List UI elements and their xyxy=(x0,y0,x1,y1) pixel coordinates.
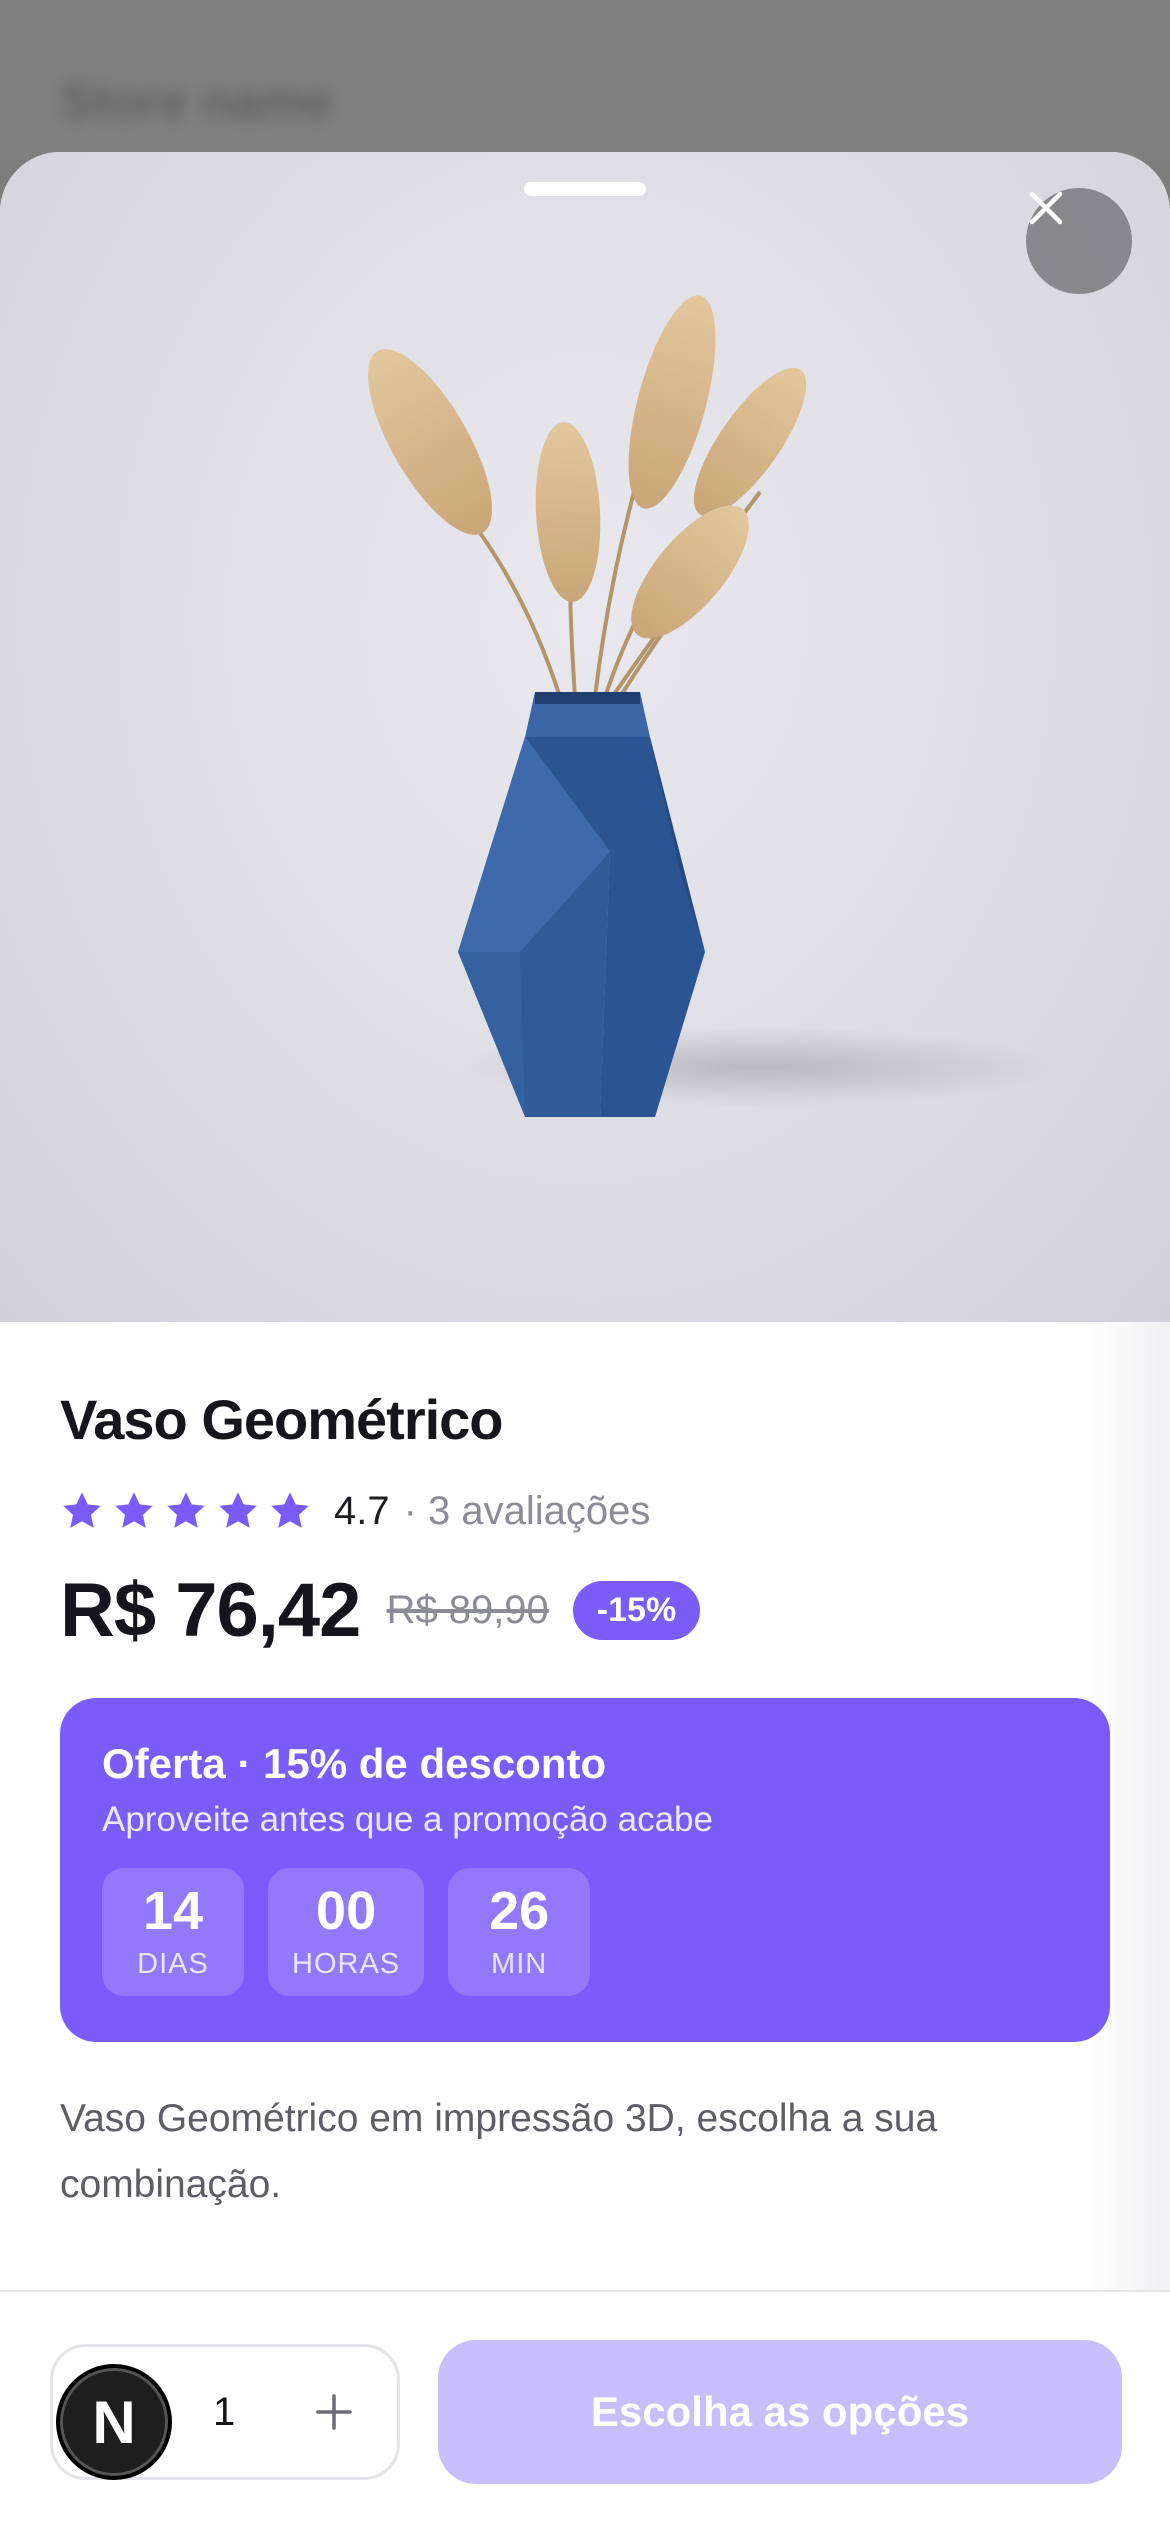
rating-stars xyxy=(60,1489,312,1533)
offer-title: Oferta · 15% de desconto xyxy=(102,1740,607,1787)
plus-icon xyxy=(316,2394,352,2430)
product-image xyxy=(0,152,1170,1322)
timer-days: 14 DIAS xyxy=(102,1868,244,1996)
vase-photo xyxy=(368,295,1060,1117)
backdrop: Store name xyxy=(0,0,1170,160)
timer-hours: 00 HORAS xyxy=(268,1868,425,1996)
timer-days-value: 14 xyxy=(142,1880,204,1941)
rating-row[interactable]: 4.7 · 3 avaliações xyxy=(60,1486,1110,1536)
star-icon xyxy=(271,1492,309,1528)
timer-minutes: 26 MIN xyxy=(448,1868,591,1996)
quantity-increase-button[interactable] xyxy=(303,2381,365,2443)
choose-options-button[interactable]: Escolha as opções xyxy=(438,2340,1122,2484)
close-button[interactable] xyxy=(1026,188,1132,294)
star-icon xyxy=(115,1492,153,1528)
close-icon xyxy=(1029,191,1063,225)
discount-badge: -15% xyxy=(572,1580,701,1640)
product-sheet: Vaso Geométrico 4.7 · 3 avaliações R$ 76… xyxy=(0,152,1170,2532)
timer-hours-value: 00 xyxy=(316,1880,377,1941)
current-price: R$ 76,42 xyxy=(60,1567,361,1653)
avatar[interactable]: N xyxy=(56,2364,172,2480)
offer-subtitle: Aproveite antes que a promoção acabe xyxy=(102,1800,713,1839)
rating-value: 4.7 xyxy=(334,1488,390,1533)
timer-days-label: DIAS xyxy=(137,1947,209,1980)
offer-card: Oferta · 15% de desconto Aproveite antes… xyxy=(60,1698,1110,2042)
countdown-timer: 14 DIAS 00 HORAS 26 MIN xyxy=(102,1868,1068,1996)
backdrop-store-title: Store name xyxy=(60,73,333,129)
product-description: Vaso Geométrico em impressão 3D, escolha… xyxy=(60,2097,938,2206)
bottom-action-bar: 1 N Escolha as opções xyxy=(0,2290,1170,2532)
reviews-count[interactable]: · 3 avaliações xyxy=(404,1489,651,1534)
star-icon xyxy=(219,1492,257,1528)
product-details: Vaso Geométrico 4.7 · 3 avaliações R$ 76… xyxy=(60,1387,1110,2218)
product-title: Vaso Geométrico xyxy=(60,1388,504,1451)
timer-hours-label: HORAS xyxy=(292,1947,401,1980)
price-row: R$ 76,42 R$ 89,90 -15% xyxy=(60,1567,1110,1653)
star-icon xyxy=(63,1492,101,1528)
timer-minutes-value: 26 xyxy=(489,1880,550,1941)
star-icon xyxy=(167,1492,205,1528)
old-price: R$ 89,90 xyxy=(386,1587,549,1632)
timer-minutes-label: MIN xyxy=(491,1947,548,1980)
quantity-value: 1 xyxy=(213,2390,236,2434)
sheet-grabber[interactable] xyxy=(524,182,646,196)
